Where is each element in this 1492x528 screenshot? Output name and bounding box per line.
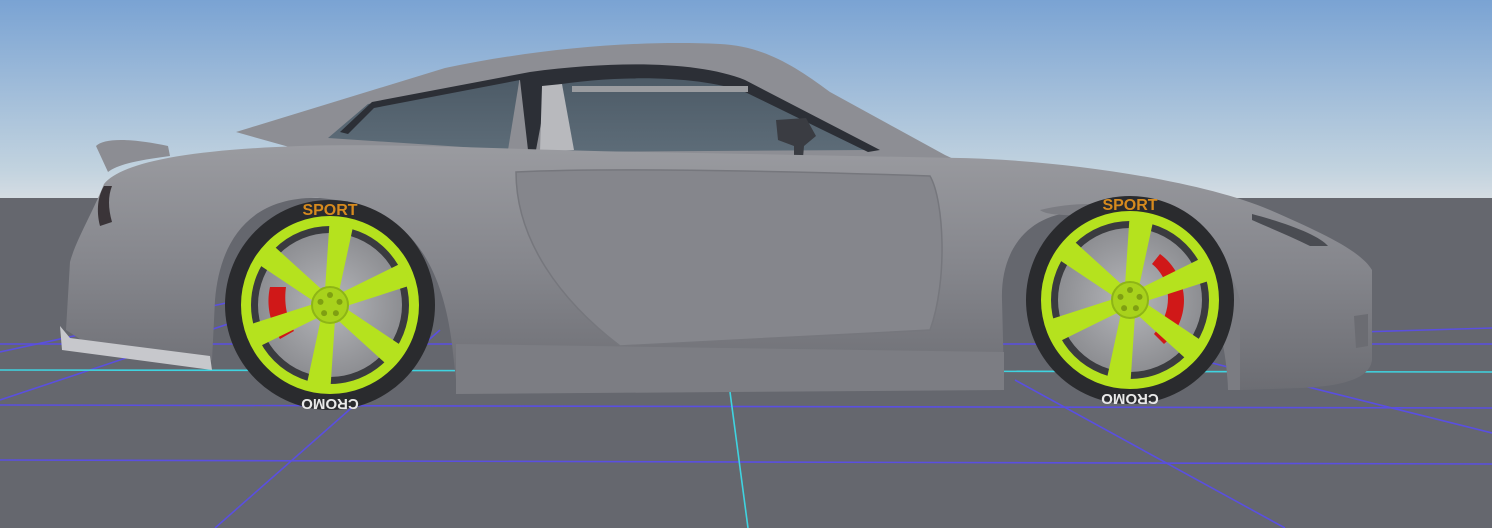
lug-nut bbox=[1127, 287, 1133, 293]
scene-canvas: SPORT CROMO SPORT CROMO bbox=[0, 0, 1492, 528]
lug-nut bbox=[317, 298, 324, 305]
lug-nut bbox=[321, 310, 328, 317]
lug-nut bbox=[1136, 293, 1143, 300]
lug-nut bbox=[1132, 305, 1139, 312]
roll-cage-bar bbox=[572, 86, 748, 92]
side-skirt bbox=[456, 344, 1004, 394]
lug-nut bbox=[336, 298, 343, 305]
rear-tire-top-text: SPORT bbox=[302, 202, 357, 219]
front-intake bbox=[1354, 314, 1368, 348]
front-tire-bottom-text: CROMO bbox=[1101, 390, 1159, 407]
lug-nut bbox=[332, 310, 339, 317]
lug-nut bbox=[327, 292, 333, 298]
front-tire-top-text: SPORT bbox=[1102, 197, 1157, 214]
lug-nut bbox=[1121, 305, 1128, 312]
lug-nut bbox=[1117, 293, 1124, 300]
rear-tire-bottom-text: CROMO bbox=[301, 395, 359, 412]
game-viewport[interactable]: SPORT CROMO SPORT CROMO bbox=[0, 0, 1492, 528]
